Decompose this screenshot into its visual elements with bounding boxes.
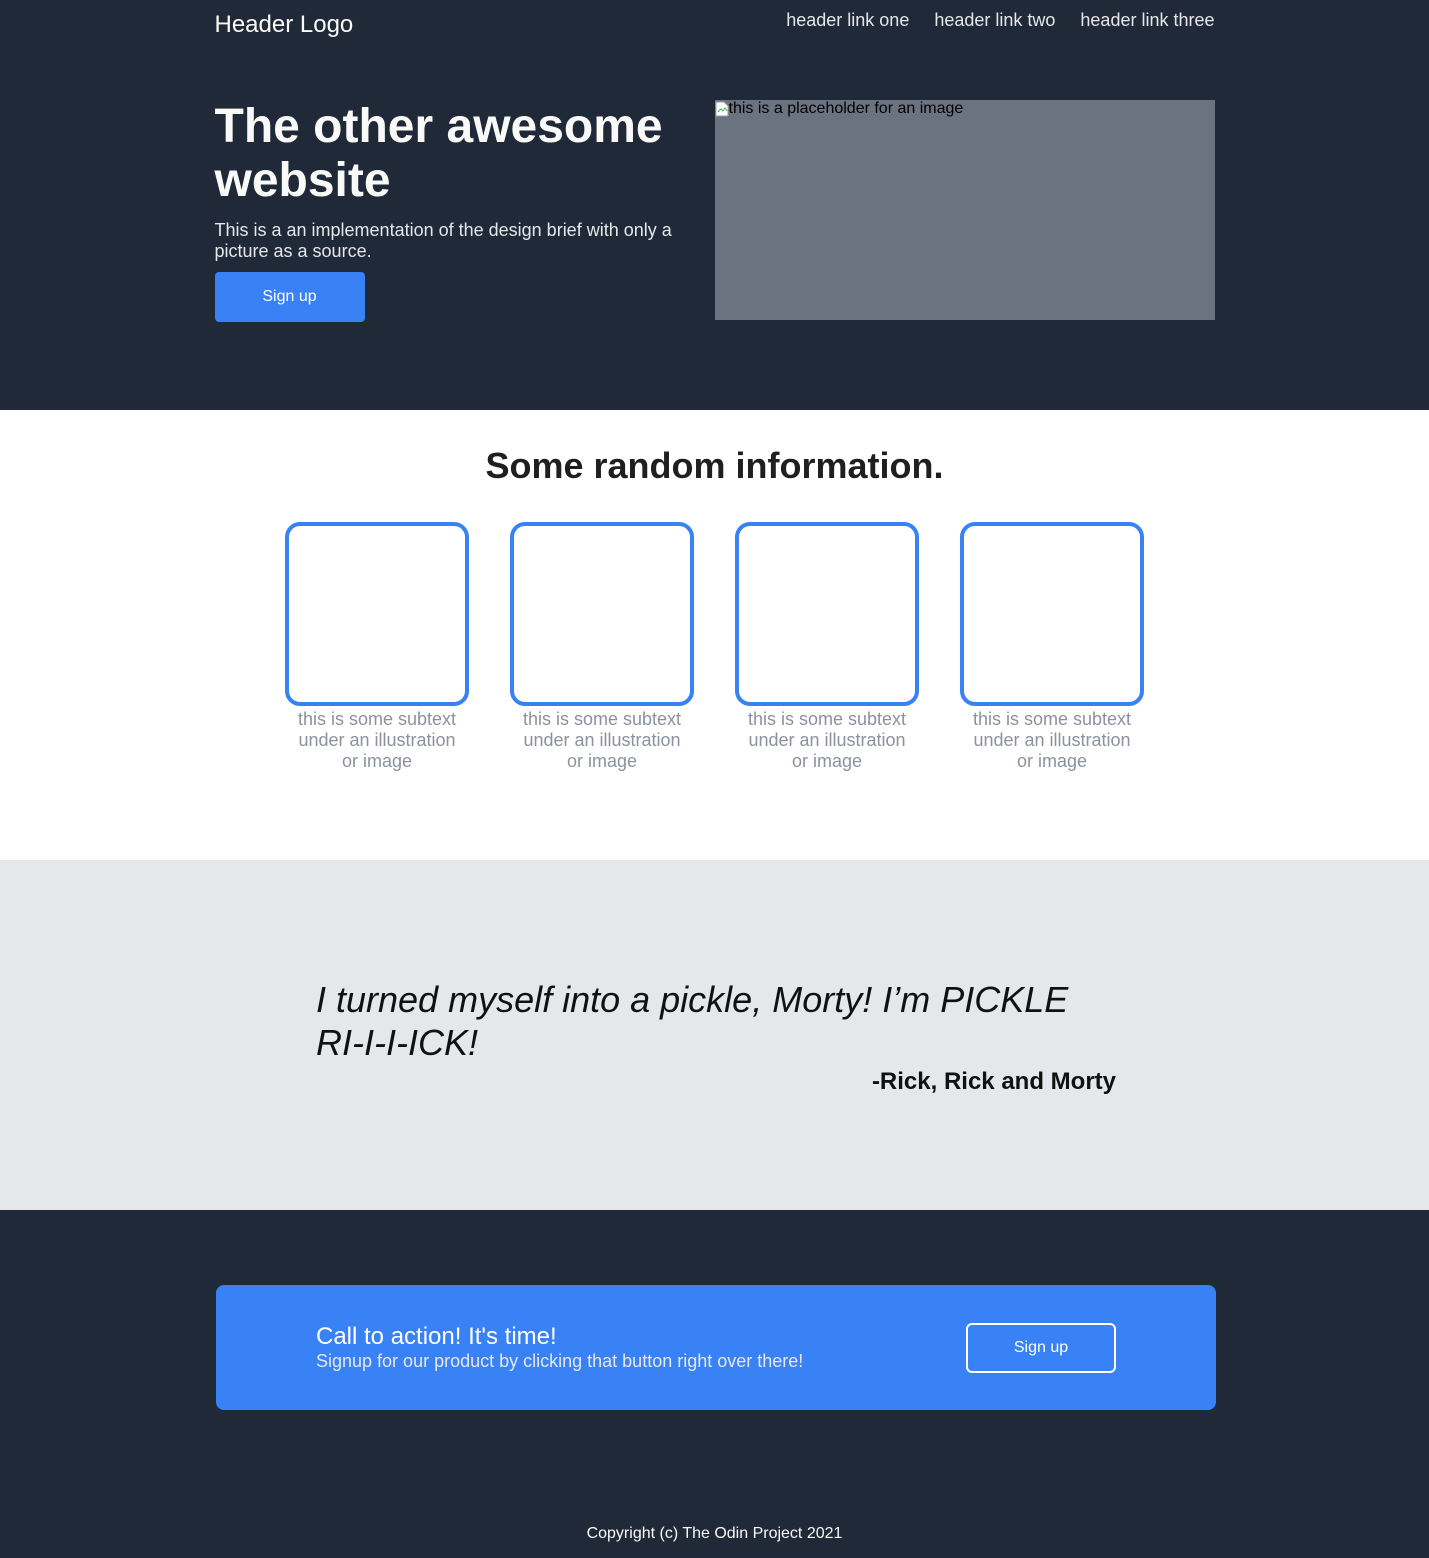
hero-content: The other awesome website This is a an i… (214, 100, 675, 322)
info-section: Some random information. this is some su… (0, 410, 1429, 860)
info-card: this is some subtext under an illustrati… (960, 522, 1144, 772)
info-card: this is some subtext under an illustrati… (285, 522, 469, 772)
hero-section: Header Logo header link one header link … (0, 0, 1429, 410)
card-subtext: this is some subtext under an illustrati… (972, 709, 1132, 771)
header: Header Logo header link one header link … (215, 0, 1215, 100)
header-link-one[interactable]: header link one (786, 10, 909, 31)
header-link-three[interactable]: header link three (1080, 10, 1214, 31)
broken-image-icon (715, 101, 728, 117)
cta-section: Call to action! It's time! Signup for ou… (0, 1210, 1429, 1558)
header-logo[interactable]: Header Logo (215, 11, 354, 39)
cta-text: Signup for our product by clicking that … (316, 1351, 804, 1371)
info-card: this is some subtext under an illustrati… (510, 522, 694, 772)
cta-signup-button[interactable]: Sign up (966, 1323, 1116, 1373)
quote-author: -Rick, Rick and Morty (871, 1068, 1116, 1095)
card-illustration (285, 522, 469, 706)
info-cards: this is some subtext under an illustrati… (0, 522, 1429, 772)
header-link-two[interactable]: header link two (934, 10, 1055, 31)
card-illustration (735, 522, 919, 706)
footer-copyright: Copyright (c) The Odin Project 2021 (586, 1525, 843, 1542)
info-card: this is some subtext under an illustrati… (735, 522, 919, 772)
info-title: Some random information. (485, 445, 944, 486)
card-illustration (510, 522, 694, 706)
card-subtext: this is some subtext under an illustrati… (747, 709, 907, 771)
hero-title: The other awesome website (214, 100, 663, 207)
quote-text: I turned myself into a pickle, Morty! I’… (316, 979, 1069, 1063)
quote-section: I turned myself into a pickle, Morty! I’… (0, 860, 1429, 1210)
hero-text: This is a an implementation of the desig… (214, 220, 672, 261)
card-subtext: this is some subtext under an illustrati… (297, 709, 457, 771)
hero-image-alt: this is a placeholder for an image (728, 100, 964, 117)
header-nav: header link one header link two header l… (786, 10, 1214, 31)
card-illustration (960, 522, 1144, 706)
hero-image-placeholder: this is a placeholder for an image (714, 100, 1215, 320)
cta-box: Call to action! It's time! Signup for ou… (216, 1285, 1216, 1410)
cta-title: Call to action! It's time! (316, 1323, 557, 1350)
hero-signup-button[interactable]: Sign up (214, 272, 365, 322)
card-subtext: this is some subtext under an illustrati… (522, 709, 682, 771)
